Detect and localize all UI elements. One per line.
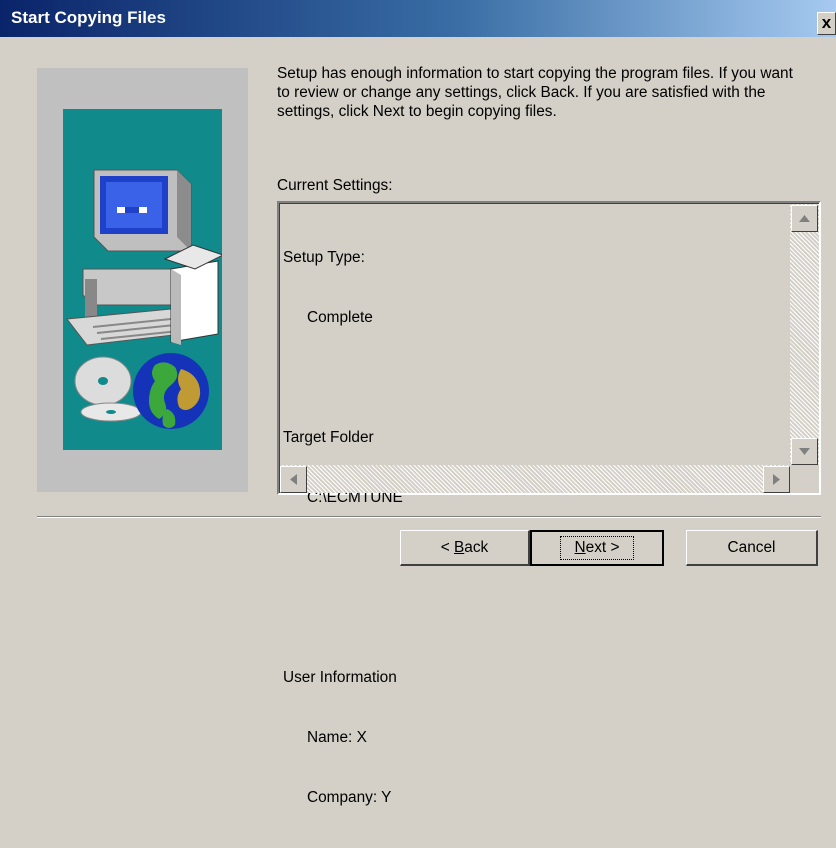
back-button-label: < Back <box>440 538 489 556</box>
wizard-illustration-panel <box>37 68 248 492</box>
target-folder-heading: Target Folder <box>283 429 374 446</box>
arrow-left-icon <box>290 474 297 485</box>
close-button[interactable]: x <box>817 12 836 35</box>
settings-text: Setup Type: Complete Target Folder C:\EC… <box>283 208 403 848</box>
scroll-right-button[interactable] <box>763 466 790 493</box>
arrow-up-icon <box>799 215 810 222</box>
user-name-value: Name: X <box>307 729 367 746</box>
arrow-down-icon <box>799 448 810 455</box>
scroll-down-button[interactable] <box>791 438 818 465</box>
current-settings-label: Current Settings: <box>277 177 393 194</box>
back-button[interactable]: < Back <box>400 530 530 566</box>
cancel-button-label: Cancel <box>727 538 776 556</box>
next-button[interactable]: Next > <box>530 530 664 566</box>
setup-type-heading: Setup Type: <box>283 249 365 266</box>
scroll-up-button[interactable] <box>791 205 818 232</box>
scroll-corner <box>790 465 819 493</box>
wizard-illustration <box>63 109 225 450</box>
scroll-left-button[interactable] <box>280 466 307 493</box>
intro-text: Setup has enough information to start co… <box>277 65 793 120</box>
setup-type-value: Complete <box>307 309 373 326</box>
vertical-scrollbar[interactable] <box>790 204 819 465</box>
current-settings-box[interactable]: Setup Type: Complete Target Folder C:\EC… <box>277 201 821 806</box>
user-company-value: Company: Y <box>307 789 392 806</box>
cancel-button[interactable]: Cancel <box>686 530 818 566</box>
window-title: Start Copying Files <box>11 8 166 27</box>
computer-and-globe-icon <box>66 169 225 429</box>
horizontal-scrollbar[interactable] <box>280 465 790 493</box>
settings-content: Setup Type: Complete Target Folder C:\EC… <box>279 203 819 806</box>
user-information-heading: User Information <box>283 669 397 686</box>
title-bar: Start Copying Files <box>0 0 836 37</box>
next-button-label: Next > <box>559 536 635 560</box>
arrow-right-icon <box>773 474 780 485</box>
close-icon: x <box>821 13 832 32</box>
button-separator <box>37 516 821 518</box>
